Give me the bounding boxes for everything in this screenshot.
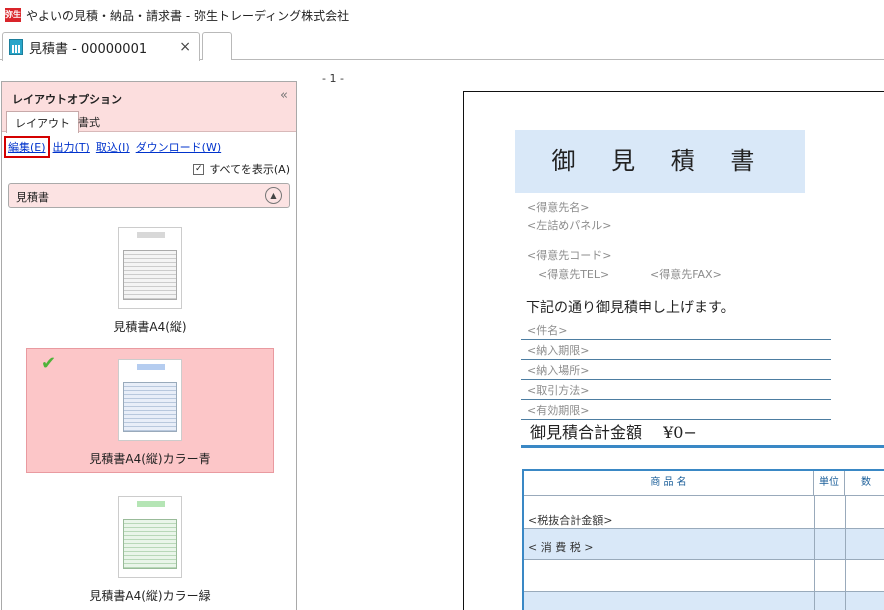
items-table: 商 品 名 単位 数 <税抜合計金額> < 消 費 税 > [522, 469, 884, 610]
window-title: やよいの見積・納品・請求書 - 弥生トレーディング株式会社 [26, 8, 350, 23]
table-row [524, 559, 884, 591]
checkmark-icon: ✔ [41, 353, 57, 374]
output-link[interactable]: 出力(T) [53, 139, 90, 155]
field-subject: <件名> [527, 324, 568, 337]
layout-item-a4[interactable]: 見積書A4(縦) [26, 227, 274, 335]
show-all-label: すべてを表示(A) [209, 163, 290, 176]
document-preview-page: 御 見 積 書 <得意先名> <左詰めパネル> <得意先コード> <得意先TEL… [463, 91, 884, 610]
intro-text: 下記の通り御見積申し上げます。 [526, 300, 735, 316]
client-code-placeholder: <得意先コード> [527, 249, 612, 262]
layout-thumbnail [118, 496, 182, 578]
layout-item-label: 見積書A4(縦)カラー緑 [89, 589, 211, 603]
table-row [524, 591, 884, 610]
section-header-estimate[interactable]: 見積書 ▲ [8, 183, 290, 208]
field-delivery-place: <納入場所> [527, 364, 590, 377]
header-quantity: 数 [845, 471, 884, 495]
layout-item-a4-green[interactable]: 見積書A4(縦)カラー緑 [26, 496, 274, 604]
field-valid-until: <有効期限> [527, 404, 590, 417]
page-number: - 1 - [322, 72, 344, 85]
layout-item-label: 見積書A4(縦)カラー青 [89, 452, 211, 466]
layout-thumbnail [118, 227, 182, 309]
estimate-total: 御見積合計金額 ¥0− [530, 419, 697, 443]
collapse-panel-icon[interactable]: « [280, 88, 288, 103]
header-unit: 単位 [814, 471, 845, 495]
calculator-icon [9, 39, 23, 55]
tab-estimate-00000001[interactable]: 見積書 - 00000001 × [2, 32, 200, 61]
import-link[interactable]: 取込(I) [96, 139, 130, 155]
tab-layout[interactable]: レイアウト [6, 111, 79, 133]
layout-item-a4-blue[interactable]: ✔ 見積書A4(縦)カラー青 [26, 348, 274, 473]
table-row: < 消 費 税 > [524, 528, 884, 559]
yayoi-logo-icon: 弥生 [5, 8, 21, 22]
document-title: 御 見 積 書 [515, 130, 805, 193]
panel-header: レイアウトオプション « レイアウト 書式 [2, 82, 296, 133]
panel-title: レイアウトオプション [12, 93, 122, 106]
table-row: <税抜合計金額> [524, 495, 884, 528]
show-all-option[interactable]: ✓ すべてを表示(A) [193, 161, 290, 177]
header-product-name: 商 品 名 [524, 471, 814, 495]
new-tab-button[interactable] [202, 32, 232, 60]
client-fax-placeholder: <得意先FAX> [650, 268, 722, 281]
tab-label: 見積書 - 00000001 [29, 41, 148, 57]
title-bar: 弥生 やよいの見積・納品・請求書 - 弥生トレーディング株式会社 [0, 0, 884, 30]
download-link[interactable]: ダウンロード(W) [136, 139, 221, 155]
layout-thumbnail [118, 359, 182, 441]
section-label: 見積書 [16, 191, 49, 204]
field-payment-terms: <取引方法> [527, 384, 590, 397]
edit-link[interactable]: 編集(E) [4, 136, 50, 158]
left-panel-placeholder: <左詰めパネル> [527, 219, 612, 232]
layout-item-label: 見積書A4(縦) [113, 320, 187, 334]
close-icon[interactable]: × [179, 39, 191, 55]
action-links: 編集(E) 出力(T) 取込(I) ダウンロード(W) [4, 136, 221, 158]
client-tel-placeholder: <得意先TEL> [538, 268, 610, 281]
field-delivery-deadline: <納入期限> [527, 344, 590, 357]
show-all-checkbox[interactable]: ✓ [193, 163, 205, 175]
chevron-up-icon[interactable]: ▲ [265, 187, 282, 204]
document-tab-bar: 見積書 - 00000001 × [0, 30, 884, 61]
total-value: ¥0− [663, 423, 697, 442]
layout-options-panel: レイアウトオプション « レイアウト 書式 編集(E) 出力(T) 取込(I) … [1, 81, 297, 610]
client-name-placeholder: <得意先名> [527, 201, 590, 214]
tab-format[interactable]: 書式 [70, 111, 108, 133]
total-label: 御見積合計金額 [530, 423, 643, 442]
